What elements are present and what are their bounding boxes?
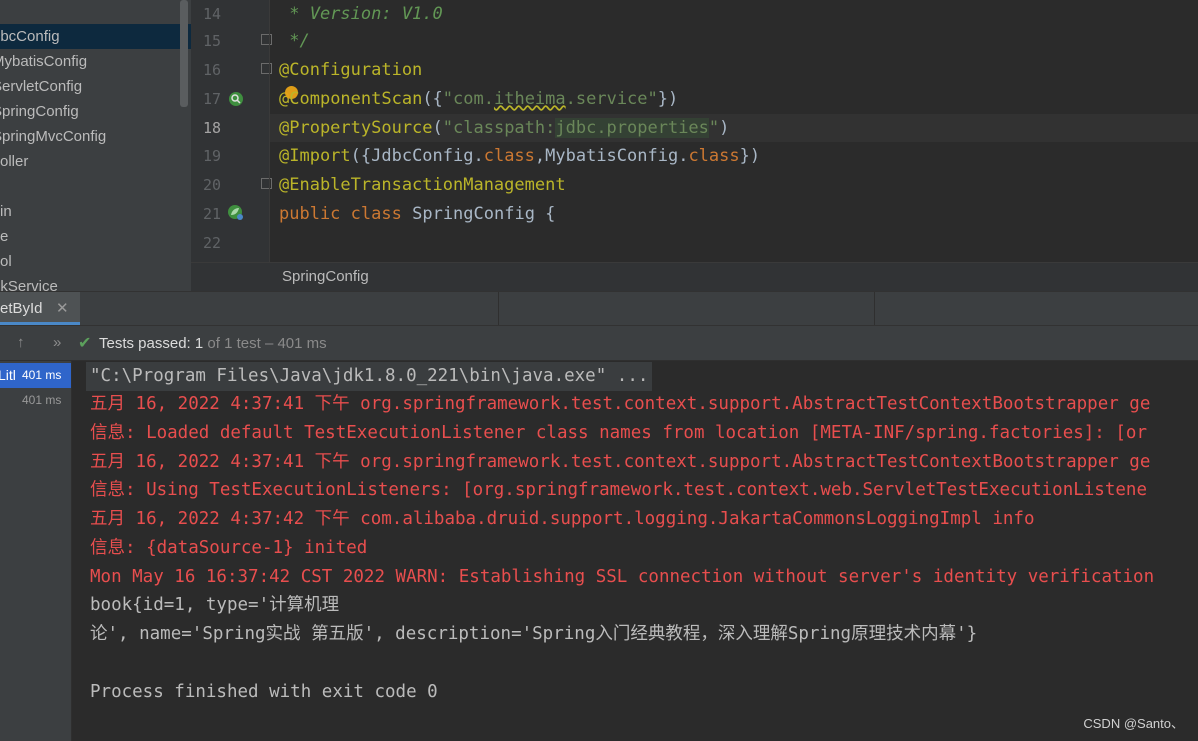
code-line: */ (279, 31, 310, 51)
code-editor[interactable]: 14 15 16 17 18 19 20 21 22 * Version: V1… (191, 0, 1198, 262)
check-icon: ✔ (78, 335, 92, 352)
code-line: public class SpringConfig { (279, 204, 556, 224)
editor-gutter: 14 15 16 17 18 19 20 21 22 (191, 0, 272, 262)
fold-marker-icon[interactable] (261, 63, 272, 74)
tree-item[interactable]: ServletConfig (0, 74, 191, 99)
divider (498, 292, 499, 325)
code-line-current: @PropertySource("classpath:jdbc.properti… (270, 114, 1198, 142)
tree-item[interactable]: oller (0, 149, 191, 174)
line-number: 17 (202, 90, 221, 108)
console-line: 信息: {dataSource-1} inited (90, 538, 368, 558)
line-number: 20 (202, 176, 221, 194)
console-line: 五月 16, 2022 4:37:41 下午 org.springframewo… (90, 452, 1151, 472)
line-number: 16 (202, 61, 221, 79)
code-line: * Version: V1.0 (279, 4, 443, 24)
watermark: CSDN @Santo、 (1083, 716, 1184, 731)
arrow-up-icon[interactable]: ↑ (17, 334, 25, 351)
test-tree-item[interactable]: Litl 401 ms (0, 363, 71, 388)
line-number: 14 (202, 5, 221, 23)
console-line: 五月 16, 2022 4:37:41 下午 org.springframewo… (90, 394, 1151, 414)
console-line: Mon May 16 16:37:42 CST 2022 WARN: Estab… (90, 567, 1155, 587)
more-chevron-icon[interactable]: » (53, 334, 61, 351)
tests-status: Tests passed: 1 of 1 test – 401 ms (99, 335, 327, 352)
divider (874, 292, 875, 325)
line-number: 15 (202, 32, 221, 50)
code-line: @Import({JdbcConfig.class,MybatisConfig.… (279, 146, 761, 166)
test-tree: Litl 401 ms 401 ms (0, 361, 72, 741)
test-results-toolbar: ↑ » ✔ Tests passed: 1 of 1 test – 401 ms (0, 326, 1198, 361)
test-tree-item[interactable]: 401 ms (0, 388, 71, 413)
code-line: @ ComponentScan({"com.itheima.service"}) (279, 85, 678, 113)
console-line: book{id=1, type='计算机理 (90, 595, 340, 615)
code-line: @Configuration (279, 60, 423, 80)
tree-item[interactable]: MybatisConfig (0, 49, 191, 74)
console-command-line: "C:\Program Files\Java\jdk1.8.0_221\bin\… (86, 362, 653, 391)
fold-marker-icon[interactable] (261, 34, 272, 45)
breadcrumb: SpringConfig (191, 262, 1198, 291)
tree-item[interactable]: SpringConfig (0, 99, 191, 124)
project-tree: dbcConfig MybatisConfig ServletConfig Sp… (0, 0, 191, 291)
tree-item[interactable] (0, 174, 191, 199)
tree-item[interactable]: in (0, 199, 191, 224)
tree-scrollbar[interactable] (180, 0, 188, 107)
line-number: 21 (202, 205, 221, 223)
fold-marker-icon[interactable] (261, 178, 272, 189)
code-line: @EnableTransactionManagement (279, 175, 566, 195)
line-number: 18 (202, 119, 221, 137)
console-line: Process finished with exit code 0 (90, 682, 438, 702)
console-line: 五月 16, 2022 4:37:42 下午 com.alibaba.druid… (90, 509, 1035, 529)
run-tab-label: etById (0, 300, 43, 317)
spring-bean-search-icon[interactable] (227, 90, 245, 108)
console-output[interactable]: "C:\Program Files\Java\jdk1.8.0_221\bin\… (72, 361, 1198, 741)
console-line: 论', name='Spring实战 第五版', description='Sp… (90, 624, 978, 644)
breadcrumb-item[interactable]: SpringConfig (282, 268, 369, 285)
console-line: 信息: Using TestExecutionListeners: [org.s… (90, 480, 1147, 500)
run-tab-bar: etById ✕ (0, 291, 1198, 326)
spring-bean-icon[interactable] (227, 204, 245, 222)
run-tab[interactable]: etById ✕ (0, 292, 80, 325)
tree-item[interactable]: okService (0, 274, 191, 291)
tree-item[interactable]: SpringMvcConfig (0, 124, 191, 149)
tree-item[interactable]: dbcConfig (0, 24, 191, 49)
close-icon[interactable]: ✕ (56, 299, 69, 317)
tree-item[interactable]: ol (0, 249, 191, 274)
console-line: 信息: Loaded default TestExecutionListener… (90, 423, 1147, 443)
line-number: 22 (202, 234, 221, 252)
line-number: 19 (202, 147, 221, 165)
tree-item[interactable]: e (0, 224, 191, 249)
